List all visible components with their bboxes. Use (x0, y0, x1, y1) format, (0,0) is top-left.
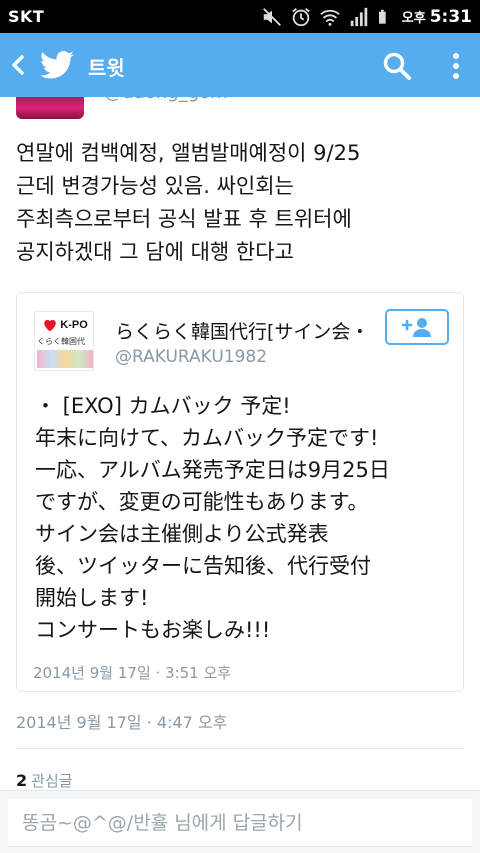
signal-icon (350, 7, 368, 27)
favorites-row[interactable]: 2 관심글 (16, 770, 73, 791)
overflow-menu-icon[interactable] (446, 51, 466, 81)
quoted-line: 年末に向けて、カムバック予定です! (35, 426, 379, 450)
quoted-line: ・ [EXO] カムバック 予定! (35, 394, 291, 418)
quoted-line: ですが、変更の可能性もあります。 (35, 490, 369, 514)
quoted-author-avatar[interactable]: K-PO くらく韓国代 (34, 311, 94, 371)
tweet-line: 공지하겠대 그 담에 대행 한다고 (16, 240, 294, 264)
avatar-photo-strip (37, 350, 93, 368)
quoted-line: 一応、アルバム発売予定日は9月25日 (35, 458, 390, 482)
tweet-line: 근데 변경가능성 있음. 싸인회는 (16, 174, 294, 198)
twitter-bird-icon[interactable] (40, 49, 74, 81)
status-bar: SKT 오후 5:31 (0, 0, 480, 33)
divider (16, 748, 464, 749)
quoted-line: コンサートもお楽しみ!!! (35, 618, 271, 642)
reply-bar (0, 790, 480, 853)
quoted-author-name[interactable]: らくらく韓国代行[サイン会・ (115, 317, 380, 344)
favorites-label: 관심글 (31, 772, 73, 790)
clock-ampm: 오후 (401, 11, 426, 26)
carrier-label: SKT (8, 7, 45, 26)
quoted-line: 開始します! (35, 586, 149, 610)
follow-button[interactable] (385, 309, 449, 345)
tweet-text: 연말에 컴백예정, 앨범발매예정이 9/25 근데 변경가능성 있음. 싸인회는… (16, 137, 466, 269)
avatar-logo-text: K-PO (60, 319, 88, 331)
tweet-line: 주최측으로부터 공식 발표 후 트위터에 (16, 207, 352, 231)
avatar-logo-subtext: くらく韓国代 (37, 337, 85, 346)
tweet-timestamp: 2014년 9월 17일 · 4:47 오후 (16, 713, 228, 732)
quoted-line: サイン会は主催側より公式発表 (35, 522, 329, 546)
quoted-tweet-card[interactable]: K-PO くらく韓国代 らくらく韓国代行[サイン会・ @RAKURAKU1982… (16, 292, 464, 692)
alarm-icon (291, 8, 310, 27)
quoted-line: 後、ツイッターに告知後、代行受付 (35, 554, 371, 578)
status-icons: 오후 5:31 (261, 4, 472, 30)
reply-input[interactable] (8, 799, 472, 847)
back-arrow-icon[interactable] (6, 51, 30, 79)
favorites-count: 2 (16, 771, 28, 790)
quoted-author-handle[interactable]: @RAKURAKU1982 (115, 347, 267, 367)
author-avatar[interactable] (16, 97, 84, 119)
status-clock: 오후 5:31 (402, 7, 472, 27)
battery-icon (378, 9, 386, 24)
clock-time: 5:31 (429, 7, 472, 27)
wifi-icon (320, 9, 340, 26)
mute-icon (262, 8, 281, 26)
page-title: 트윗 (88, 56, 125, 80)
tweet-line: 연말에 컴백예정, 앨범발매예정이 9/25 (16, 141, 361, 165)
search-icon[interactable] (382, 51, 412, 81)
heart-icon (44, 319, 56, 332)
app-top-bar: 트윗 (0, 33, 480, 97)
quoted-tweet-text: ・ [EXO] カムバック 予定! 年末に向けて、カムバック予定です! 一応、ア… (35, 390, 460, 646)
quoted-tweet-timestamp: 2014년 9월 17일 · 3:51 오후 (33, 664, 232, 682)
add-user-icon (401, 318, 431, 337)
